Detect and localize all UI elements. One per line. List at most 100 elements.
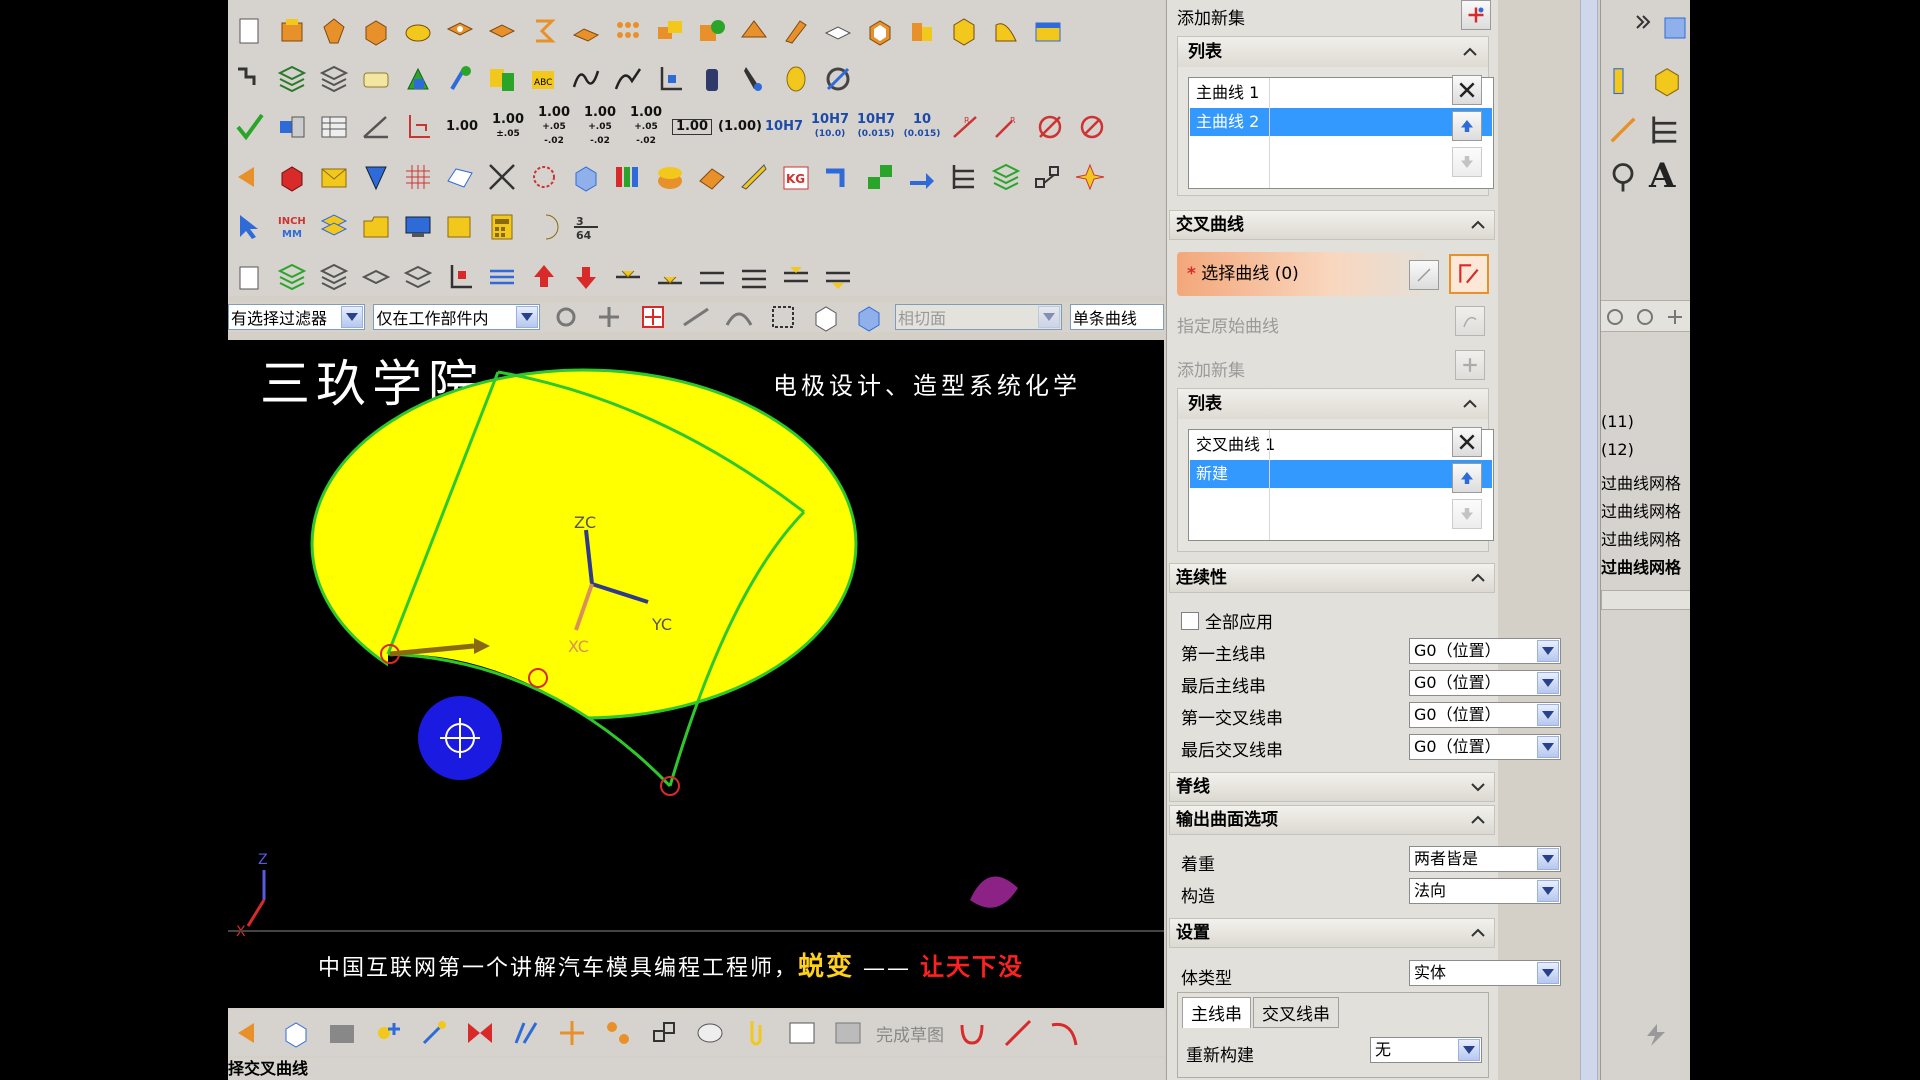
cube-blue-icon[interactable] xyxy=(568,159,604,195)
cross-curve-list[interactable]: 交叉曲线 1 新建 xyxy=(1188,429,1494,541)
cross-list-header[interactable]: 列表 xyxy=(1178,389,1488,419)
circle-icon[interactable] xyxy=(1605,307,1625,327)
finish-sketch-icon[interactable] xyxy=(830,1015,866,1051)
list-item[interactable]: 主曲线 1 xyxy=(1190,79,1492,107)
move-component-icon[interactable] xyxy=(400,61,436,97)
sketch-add-icon[interactable] xyxy=(370,1015,406,1051)
deselect-button[interactable] xyxy=(1409,260,1439,290)
block-icon[interactable] xyxy=(358,13,394,49)
nav-list-item[interactable]: 过曲线网格 xyxy=(1601,526,1681,550)
tree-icon[interactable] xyxy=(946,159,982,195)
measure-icon[interactable] xyxy=(1605,62,1641,98)
sketch-mirror-icon[interactable] xyxy=(462,1015,498,1051)
radius-dimension-2-icon[interactable]: R xyxy=(990,109,1026,145)
primary-curve-list[interactable]: 主曲线 1 主曲线 2 xyxy=(1188,77,1494,189)
emphasis-dropdown[interactable]: 两者皆是 xyxy=(1409,846,1561,872)
add-set-button-top[interactable] xyxy=(1461,0,1491,30)
curve-fit-icon[interactable] xyxy=(610,61,646,97)
continuity-header[interactable]: 连续性 xyxy=(1169,563,1495,593)
cylinder-orange-icon[interactable] xyxy=(652,159,688,195)
subtract-icon[interactable] xyxy=(694,13,730,49)
layer-b-icon[interactable] xyxy=(316,259,352,295)
curve-select-button[interactable] xyxy=(1449,254,1489,294)
circle-icon[interactable] xyxy=(1635,307,1655,327)
envelope-icon[interactable] xyxy=(316,159,352,195)
sketch-constraint-icon[interactable] xyxy=(600,1015,636,1051)
color-bar-icon[interactable] xyxy=(610,159,646,195)
table-edit-icon[interactable] xyxy=(316,109,352,145)
sheet-stack-icon[interactable] xyxy=(232,259,268,295)
primary-list-header[interactable]: 列表 xyxy=(1178,37,1488,67)
tool-icon[interactable] xyxy=(358,159,394,195)
add-set-button[interactable] xyxy=(1455,350,1485,380)
layer-yellow-icon[interactable] xyxy=(316,209,352,245)
layer-a-icon[interactable] xyxy=(274,259,310,295)
align-a-icon[interactable] xyxy=(610,259,646,295)
precision-button-2[interactable]: 1.00 ±.05 xyxy=(488,113,528,141)
ordinate-dimension-icon[interactable] xyxy=(400,109,436,145)
tab-cross-strings[interactable]: 交叉线串 xyxy=(1253,997,1339,1028)
model-canvas[interactable]: ZC YC XC Z X xyxy=(228,340,1164,940)
chamfer-icon[interactable] xyxy=(988,13,1024,49)
align-c-icon[interactable] xyxy=(694,259,730,295)
graphics-viewport[interactable]: 三玖学院 电极设计、造型系统化学 ZC YC XC Z X 中国互联网第一个讲解… xyxy=(228,340,1164,1008)
tolerance-button-3[interactable]: 10H7 (0.015) xyxy=(856,113,896,141)
sketch-view-icon[interactable] xyxy=(784,1015,820,1051)
settings-header[interactable]: 设置 xyxy=(1169,918,1495,948)
snap-point-icon[interactable] xyxy=(232,61,268,97)
line-icon[interactable] xyxy=(1000,1015,1036,1051)
first-cross-continuity-dropdown[interactable]: G0（位置） xyxy=(1409,702,1561,728)
render-icon[interactable] xyxy=(820,61,856,97)
nav-list-item[interactable]: (12) xyxy=(1601,440,1634,459)
prt-export-icon[interactable] xyxy=(904,159,940,195)
cross-curves-header[interactable]: 交叉曲线 xyxy=(1169,210,1495,240)
moon-icon[interactable] xyxy=(526,209,562,245)
sketch-trim-icon[interactable] xyxy=(508,1015,544,1051)
draft-icon[interactable] xyxy=(904,13,940,49)
apply-all-checkbox[interactable] xyxy=(1181,611,1199,630)
precision-button-4[interactable]: 1.00 +.05 -.02 xyxy=(580,106,620,148)
sketch-clip-icon[interactable] xyxy=(738,1015,774,1051)
spine-header[interactable]: 脊线 xyxy=(1169,772,1495,802)
curve-cross-icon[interactable] xyxy=(484,159,520,195)
view-cube-icon[interactable] xyxy=(808,299,843,335)
monitor-icon[interactable] xyxy=(400,209,436,245)
layer-d-icon[interactable] xyxy=(400,259,436,295)
sketch-plane-icon[interactable] xyxy=(324,1015,360,1051)
offset-face-icon[interactable] xyxy=(820,13,856,49)
layers-icon[interactable] xyxy=(988,159,1024,195)
snap-endpoint-icon[interactable] xyxy=(592,299,627,335)
box-icon[interactable] xyxy=(1649,62,1685,98)
nav-list-item[interactable]: (11) xyxy=(1601,412,1634,431)
coin-icon[interactable] xyxy=(778,61,814,97)
select-curve-row[interactable]: * 选择曲线 (0) xyxy=(1177,252,1437,296)
precision-button-3[interactable]: 1.00 +.05 -.02 xyxy=(534,106,574,148)
arrow-icon[interactable] xyxy=(232,159,268,195)
extrude-icon[interactable] xyxy=(274,13,310,49)
edge-blend-icon[interactable] xyxy=(946,13,982,49)
body-type-dropdown[interactable]: 实体 xyxy=(1409,960,1561,986)
tolerance-button-2[interactable]: 10H7 (10.0) xyxy=(810,113,850,141)
snap-dropdown[interactable]: 相切面 xyxy=(894,304,1062,330)
wcs-icon[interactable] xyxy=(442,259,478,295)
sketch-link-icon[interactable] xyxy=(416,1015,452,1051)
move-down-button[interactable] xyxy=(1452,147,1482,177)
tolerance-button-1[interactable]: 10H7 xyxy=(764,120,804,134)
cylinder-icon[interactable] xyxy=(694,61,730,97)
align-f-icon[interactable] xyxy=(820,259,856,295)
revolve-icon[interactable] xyxy=(316,13,352,49)
type-filter-dropdown[interactable]: 有选择过滤器 xyxy=(228,304,366,330)
snap-arc-icon[interactable] xyxy=(722,299,757,335)
move-up-button[interactable] xyxy=(1452,111,1482,141)
array-icon[interactable] xyxy=(610,13,646,49)
pattern-icon[interactable] xyxy=(568,13,604,49)
sketch-project-icon[interactable] xyxy=(554,1015,590,1051)
construction-dropdown[interactable]: 法向 xyxy=(1409,878,1561,904)
mirror-assembly-icon[interactable] xyxy=(484,61,520,97)
specify-original-curve-button[interactable] xyxy=(1455,306,1485,336)
weight-icon[interactable]: KG xyxy=(778,159,814,195)
select-arrow-icon[interactable] xyxy=(232,209,268,245)
layer-c-icon[interactable] xyxy=(358,259,394,295)
diameter-2-icon[interactable] xyxy=(1074,109,1110,145)
hierarchy-icon[interactable] xyxy=(1647,112,1683,148)
